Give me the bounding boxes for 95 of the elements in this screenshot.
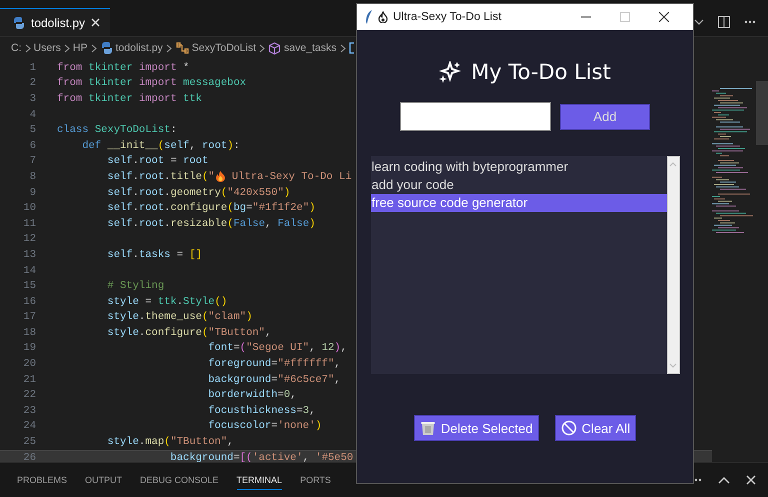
panel-tab[interactable]: TERMINAL (236, 470, 282, 490)
panel-tab[interactable]: DEBUG CONSOLE (140, 470, 219, 490)
code-line: style = ttk.Style() (106, 294, 228, 309)
code-line: from tkinter import * (57, 60, 190, 75)
chevron-right-icon (90, 44, 97, 52)
chevron-right-icon (24, 44, 30, 52)
line-number: 1 (28, 60, 36, 75)
fire-icon (216, 171, 225, 182)
line-number: 15 (22, 279, 36, 294)
line-number: 22 (22, 388, 36, 402)
window-title: Ultra-Sexy To-Do List (393, 11, 502, 23)
class-icon (174, 42, 189, 54)
code-line: self.tasks = [] (106, 248, 202, 262)
chevron-right-icon (259, 44, 265, 52)
sparkles-icon (439, 61, 462, 83)
split-editor-icon[interactable] (718, 16, 730, 28)
chevron-right-icon (166, 44, 172, 52)
line-number: 13 (22, 248, 36, 262)
line-number: 5 (28, 123, 36, 138)
scrollbar-thumb[interactable] (756, 81, 768, 145)
code-line: foreground="#ffffff", (207, 357, 341, 372)
prohibited-icon (560, 420, 577, 436)
clear-all-button[interactable]: Clear All (554, 415, 636, 441)
add-button[interactable]: Add (560, 104, 650, 130)
line-number: 2 (28, 76, 36, 90)
chevron-right-icon (64, 44, 70, 52)
code-line: background=[('active', '#5e50 (169, 450, 354, 462)
code-line: focusthickness=3, (207, 404, 316, 418)
panel-tab[interactable]: PORTS (300, 470, 331, 490)
line-number: 8 (28, 170, 36, 184)
code-line: self.root.geometry("420x550") (106, 186, 290, 200)
chevron-right-icon (340, 44, 346, 52)
breadcrumb-item[interactable]: SexyToDoList (192, 42, 256, 54)
code-line: class SexyToDoList: (57, 123, 177, 138)
line-number: 12 (22, 232, 36, 246)
delete-selected-button[interactable]: Delete Selected (414, 415, 539, 441)
code-line: self.root.resizable(False, False) (106, 216, 316, 231)
code-line: # Styling (106, 279, 164, 294)
task-listbox[interactable]: learn coding with byteprogrammer add your code free source code generator (370, 156, 666, 374)
feather-icon (365, 10, 373, 24)
line-number: 11 (22, 216, 36, 231)
line-number: 24 (22, 419, 36, 434)
code-line: focuscolor='none') (207, 419, 322, 434)
code-line: style.configure("TButton", (106, 326, 272, 340)
line-number: 7 (28, 154, 36, 168)
panel-tab[interactable]: PROBLEMS (17, 470, 68, 490)
chevron-down-icon[interactable] (694, 18, 704, 26)
python-file-icon (12, 16, 25, 30)
code-line: style.theme_use("clam") (106, 310, 252, 324)
breadcrumb-item[interactable]: todolist.py (116, 42, 163, 54)
code-line: background="#6c5ce7", (207, 372, 341, 387)
python-file-icon (100, 41, 113, 55)
line-number: 10 (22, 201, 36, 216)
line-number: 20 (22, 357, 36, 372)
code-line: self.root.title(" Ultra-Sexy To-Do Li (106, 170, 352, 184)
line-number: 3 (28, 92, 36, 106)
line-number: 9 (28, 186, 36, 200)
task-item[interactable]: learn coding with byteprogrammer (370, 158, 666, 176)
line-number: 17 (22, 310, 36, 324)
code-line: from tkinter import ttk (57, 92, 202, 106)
line-number: 21 (22, 372, 36, 387)
line-number: 25 (22, 435, 36, 450)
more-icon[interactable] (744, 20, 756, 24)
line-number: 4 (28, 108, 36, 122)
line-number: 19 (22, 341, 36, 356)
breadcrumb-item[interactable]: save_tasks (284, 42, 337, 54)
line-number: 6 (28, 138, 36, 153)
task-input-field[interactable] (400, 102, 551, 131)
line-number: 26 (22, 450, 36, 462)
task-item[interactable]: free source code generator (370, 194, 666, 212)
code-line: style.map("TButton", (106, 435, 234, 450)
breadcrumb-item[interactable]: HP (72, 42, 88, 54)
field-icon (348, 42, 355, 54)
code-line: self.root.configure(bg="#1f1f2e") (106, 201, 316, 216)
line-number: 16 (22, 294, 36, 309)
code-line: borderwidth=0, (207, 388, 296, 402)
method-icon (268, 42, 281, 54)
breadcrumb-item[interactable]: Users (34, 42, 61, 54)
line-number: 23 (22, 404, 36, 418)
trash-icon (420, 420, 436, 436)
task-item[interactable]: add your code (370, 176, 666, 194)
code-line: def __init__(self, root): (81, 138, 240, 153)
code-line: self.root = root (106, 154, 208, 168)
panel-tab[interactable]: OUTPUT (85, 470, 122, 490)
line-number: 18 (22, 326, 36, 340)
close-icon[interactable] (659, 12, 669, 22)
breadcrumb-item[interactable]: C: (11, 42, 22, 54)
app-heading: My To-Do List (471, 60, 611, 84)
code-line: font=("Segoe UI", 12), (207, 341, 347, 356)
fire-icon (378, 11, 388, 23)
chevron-up-icon[interactable] (718, 476, 730, 484)
code-line: from tkinter import messagebox (57, 76, 246, 90)
close-icon (91, 18, 100, 27)
file-tab[interactable]: todolist.py (0, 8, 110, 36)
line-number: 14 (22, 264, 36, 278)
